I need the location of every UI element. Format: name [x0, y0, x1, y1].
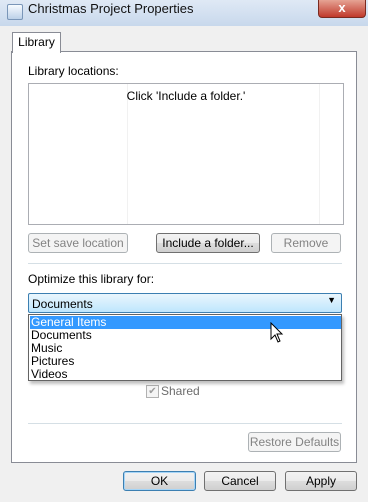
chevron-down-icon[interactable]: ▼ [327, 295, 336, 305]
optimize-selected-value: Documents [32, 297, 93, 311]
shared-label: Shared [161, 384, 200, 398]
option-pictures[interactable]: Pictures [30, 355, 341, 368]
include-folder-button[interactable]: Include a folder... [156, 233, 260, 253]
window-title: Christmas Project Properties [28, 1, 194, 16]
optimize-combobox[interactable]: Documents ▼ [28, 293, 342, 313]
restore-defaults-button[interactable]: Restore Defaults [248, 432, 341, 452]
set-save-location-button[interactable]: Set save location [28, 233, 128, 253]
tab-library[interactable]: Library [12, 32, 61, 53]
option-music[interactable]: Music [30, 342, 341, 355]
remove-button[interactable]: Remove [271, 233, 341, 253]
library-locations-label: Library locations: [28, 64, 119, 78]
ok-button[interactable]: OK [123, 471, 196, 491]
optimize-label: Optimize this library for: [28, 272, 155, 286]
apply-button[interactable]: Apply [285, 471, 357, 491]
optimize-dropdown-list[interactable]: General Items Documents Music Pictures V… [28, 314, 342, 381]
section-divider [28, 263, 342, 264]
option-videos[interactable]: Videos [30, 368, 341, 381]
include-folder-hint: Click 'Include a folder.' [126, 89, 246, 103]
library-locations-list[interactable]: Click 'Include a folder.' [28, 83, 344, 225]
cancel-button[interactable]: Cancel [204, 471, 276, 491]
section-divider [28, 423, 342, 424]
library-icon [7, 4, 23, 20]
list-column-divider [319, 84, 320, 224]
title-bar: Christmas Project Properties x [0, 0, 368, 26]
list-column-divider [127, 84, 128, 224]
option-documents[interactable]: Documents [30, 329, 341, 342]
close-button[interactable]: x [318, 0, 366, 18]
mouse-pointer-icon [270, 322, 284, 343]
shared-checkbox[interactable]: ✔ [146, 385, 159, 398]
